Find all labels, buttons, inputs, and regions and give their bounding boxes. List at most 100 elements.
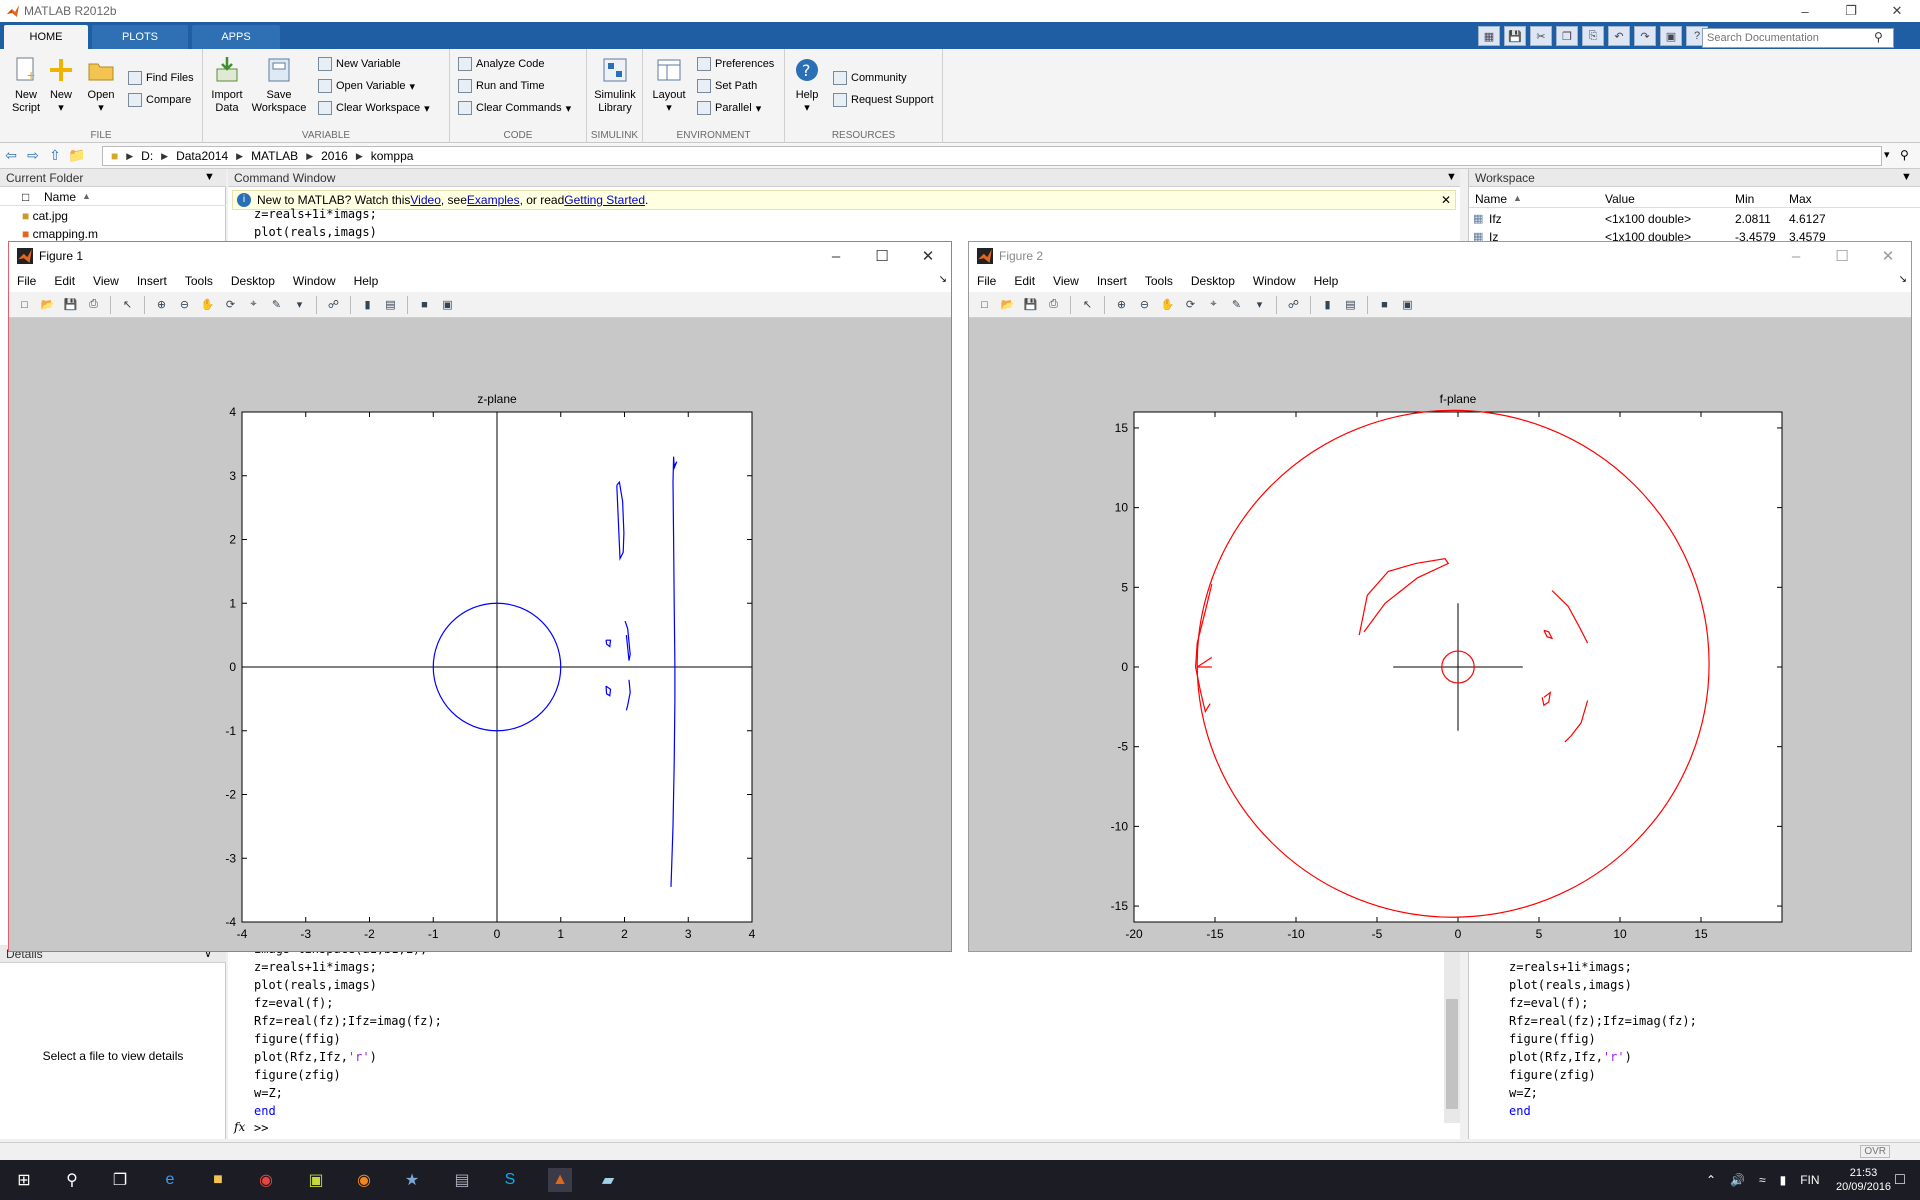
chrome-icon[interactable]: ◉ bbox=[254, 1168, 278, 1192]
figure-1-canvas[interactable]: z-plane -4 -3 -2 -1 0 1 2 3 4 -4 -3 -2 -1 0 1 2 3 4 bbox=[9, 318, 951, 951]
firefox-icon[interactable]: ◉ bbox=[352, 1168, 376, 1192]
save-icon[interactable]: 💾 bbox=[61, 296, 80, 314]
layout-shortcut-icon[interactable]: ▦ bbox=[1478, 26, 1500, 46]
menu-item-insert[interactable]: Insert bbox=[1097, 274, 1127, 288]
keyboard-language[interactable]: FIN bbox=[1800, 1173, 1819, 1187]
documentation-search-input[interactable] bbox=[1702, 28, 1894, 48]
command-prompt-row[interactable]: fx >> bbox=[228, 1119, 1444, 1137]
analyze-code-button[interactable]: Analyze Code bbox=[458, 55, 545, 73]
minimize-icon[interactable]: – bbox=[1773, 242, 1819, 270]
menu-item-help[interactable]: Help bbox=[354, 274, 379, 288]
getting-started-link[interactable]: Getting Started bbox=[564, 193, 645, 207]
brush-icon[interactable]: ✎ bbox=[267, 296, 286, 314]
path-box[interactable]: ■ ▶ D: ▶ Data2014 ▶ MATLAB ▶ 2016 ▶ komp… bbox=[102, 146, 1882, 166]
breadcrumb-item[interactable]: MATLAB bbox=[251, 149, 298, 163]
list-item[interactable]: ■ cmapping.m bbox=[22, 227, 98, 241]
menu-item-desktop[interactable]: Desktop bbox=[1191, 274, 1235, 288]
set-path-button[interactable]: Set Path bbox=[697, 77, 757, 95]
zoom-out-icon[interactable]: ⊖ bbox=[1135, 296, 1154, 314]
breadcrumb-item[interactable]: 2016 bbox=[321, 149, 348, 163]
preferences-button[interactable]: Preferences bbox=[697, 55, 774, 73]
open-file-icon[interactable]: 📂 bbox=[998, 296, 1017, 314]
volume-icon[interactable]: 🔊 bbox=[1730, 1173, 1745, 1187]
app-icon[interactable]: ★ bbox=[400, 1168, 424, 1192]
panel-menu-icon[interactable]: ▼ bbox=[1446, 171, 1457, 183]
video-link[interactable]: Video bbox=[410, 193, 440, 207]
link-plot-icon[interactable]: ☍ bbox=[324, 296, 343, 314]
minimize-icon[interactable]: – bbox=[813, 242, 859, 270]
path-search-icon[interactable]: ⚲ bbox=[1900, 148, 1909, 162]
figure-2-canvas[interactable]: f-plane -20 -15 -10 -5 0 5 10 15 -15 -10 -5 0 5 10 15 bbox=[969, 318, 1911, 951]
zoom-out-icon[interactable]: ⊖ bbox=[175, 296, 194, 314]
zoom-in-icon[interactable]: ⊕ bbox=[1112, 296, 1131, 314]
maximize-icon[interactable]: ☐ bbox=[859, 242, 905, 270]
action-center-icon[interactable]: □ bbox=[1888, 1168, 1912, 1192]
hide-plot-tools-icon[interactable]: ■ bbox=[415, 296, 434, 314]
hide-plot-tools-icon[interactable]: ■ bbox=[1375, 296, 1394, 314]
tab-apps[interactable]: APPS bbox=[192, 25, 280, 49]
request-support-button[interactable]: Request Support bbox=[833, 91, 934, 109]
task-view-icon[interactable]: ❐ bbox=[108, 1168, 132, 1192]
copy-icon[interactable]: ❐ bbox=[1556, 26, 1578, 46]
layout-button[interactable]: Layout ▾ bbox=[645, 55, 693, 115]
menu-item-file[interactable]: File bbox=[17, 274, 36, 288]
zoom-in-icon[interactable]: ⊕ bbox=[152, 296, 171, 314]
rotate-3d-icon[interactable]: ⟳ bbox=[1181, 296, 1200, 314]
column-header-max[interactable]: Max bbox=[1789, 192, 1812, 206]
insert-colorbar-icon[interactable]: ▮ bbox=[1318, 296, 1337, 314]
close-icon[interactable]: ✕ bbox=[1874, 0, 1920, 22]
menu-item-desktop[interactable]: Desktop bbox=[231, 274, 275, 288]
paste-icon[interactable]: ⎘ bbox=[1582, 26, 1604, 46]
switch-windows-icon[interactable]: ▣ bbox=[1660, 26, 1682, 46]
edit-plot-arrow-icon[interactable]: ↖ bbox=[1078, 296, 1097, 314]
save-icon[interactable]: 💾 bbox=[1021, 296, 1040, 314]
new-variable-button[interactable]: New Variable bbox=[318, 55, 401, 73]
tray-chevron-icon[interactable]: ⌃ bbox=[1706, 1173, 1716, 1187]
matlab-taskbar-icon[interactable]: ▲ bbox=[548, 1168, 572, 1192]
column-header-min[interactable]: Min bbox=[1735, 192, 1754, 206]
menu-item-view[interactable]: View bbox=[1053, 274, 1079, 288]
tab-plots[interactable]: PLOTS bbox=[92, 25, 188, 49]
community-button[interactable]: Community bbox=[833, 69, 907, 87]
save-workspace-button[interactable]: Save Workspace bbox=[251, 55, 307, 115]
column-header-value[interactable]: Value bbox=[1605, 192, 1635, 206]
restore-icon[interactable]: ❐ bbox=[1828, 0, 1874, 22]
save-icon[interactable]: 💾 bbox=[1504, 26, 1526, 46]
brush-dropdown-icon[interactable]: ▾ bbox=[290, 296, 309, 314]
breadcrumb-item[interactable]: D: bbox=[141, 149, 153, 163]
menu-item-file[interactable]: File bbox=[977, 274, 996, 288]
menu-item-view[interactable]: View bbox=[93, 274, 119, 288]
menu-item-tools[interactable]: Tools bbox=[1145, 274, 1173, 288]
brush-icon[interactable]: ✎ bbox=[1227, 296, 1246, 314]
edit-plot-arrow-icon[interactable]: ↖ bbox=[118, 296, 137, 314]
tab-home[interactable]: HOME bbox=[4, 25, 88, 49]
print-icon[interactable]: ⎙ bbox=[84, 296, 103, 314]
scrollbar-vertical[interactable] bbox=[1444, 939, 1460, 1123]
data-cursor-icon[interactable]: ⌖ bbox=[244, 296, 263, 314]
breadcrumb-item[interactable]: Data2014 bbox=[176, 149, 228, 163]
show-plot-tools-icon[interactable]: ▣ bbox=[438, 296, 457, 314]
new-figure-icon[interactable]: □ bbox=[975, 296, 994, 314]
panel-menu-icon[interactable]: ▼ bbox=[204, 171, 215, 183]
minimize-icon[interactable]: – bbox=[1782, 0, 1828, 22]
maximize-icon[interactable]: ☐ bbox=[1819, 242, 1865, 270]
path-dropdown-icon[interactable]: ▾ bbox=[1884, 148, 1890, 161]
clear-workspace-button[interactable]: Clear Workspace ▾ bbox=[318, 99, 430, 117]
pan-hand-icon[interactable]: ✋ bbox=[1158, 296, 1177, 314]
import-data-button[interactable]: Import Data bbox=[203, 55, 251, 115]
column-header-name[interactable]: Name bbox=[44, 190, 76, 204]
menu-item-window[interactable]: Window bbox=[1253, 274, 1296, 288]
brush-dropdown-icon[interactable]: ▾ bbox=[1250, 296, 1269, 314]
insert-colorbar-icon[interactable]: ▮ bbox=[358, 296, 377, 314]
cut-icon[interactable]: ✂ bbox=[1530, 26, 1552, 46]
list-item[interactable]: ■ cat.jpg bbox=[22, 209, 68, 223]
browse-folder-icon[interactable]: 📁 bbox=[66, 147, 88, 164]
scrollbar-thumb[interactable] bbox=[1446, 999, 1458, 1109]
insert-legend-icon[interactable]: ▤ bbox=[381, 296, 400, 314]
close-icon[interactable]: ✕ bbox=[905, 242, 951, 270]
edge-browser-icon[interactable]: e bbox=[158, 1168, 182, 1192]
column-header-name[interactable]: Name bbox=[1475, 192, 1507, 206]
print-icon[interactable]: ⎙ bbox=[1044, 296, 1063, 314]
menu-item-insert[interactable]: Insert bbox=[137, 274, 167, 288]
dock-icon[interactable]: ↘ bbox=[939, 274, 947, 285]
